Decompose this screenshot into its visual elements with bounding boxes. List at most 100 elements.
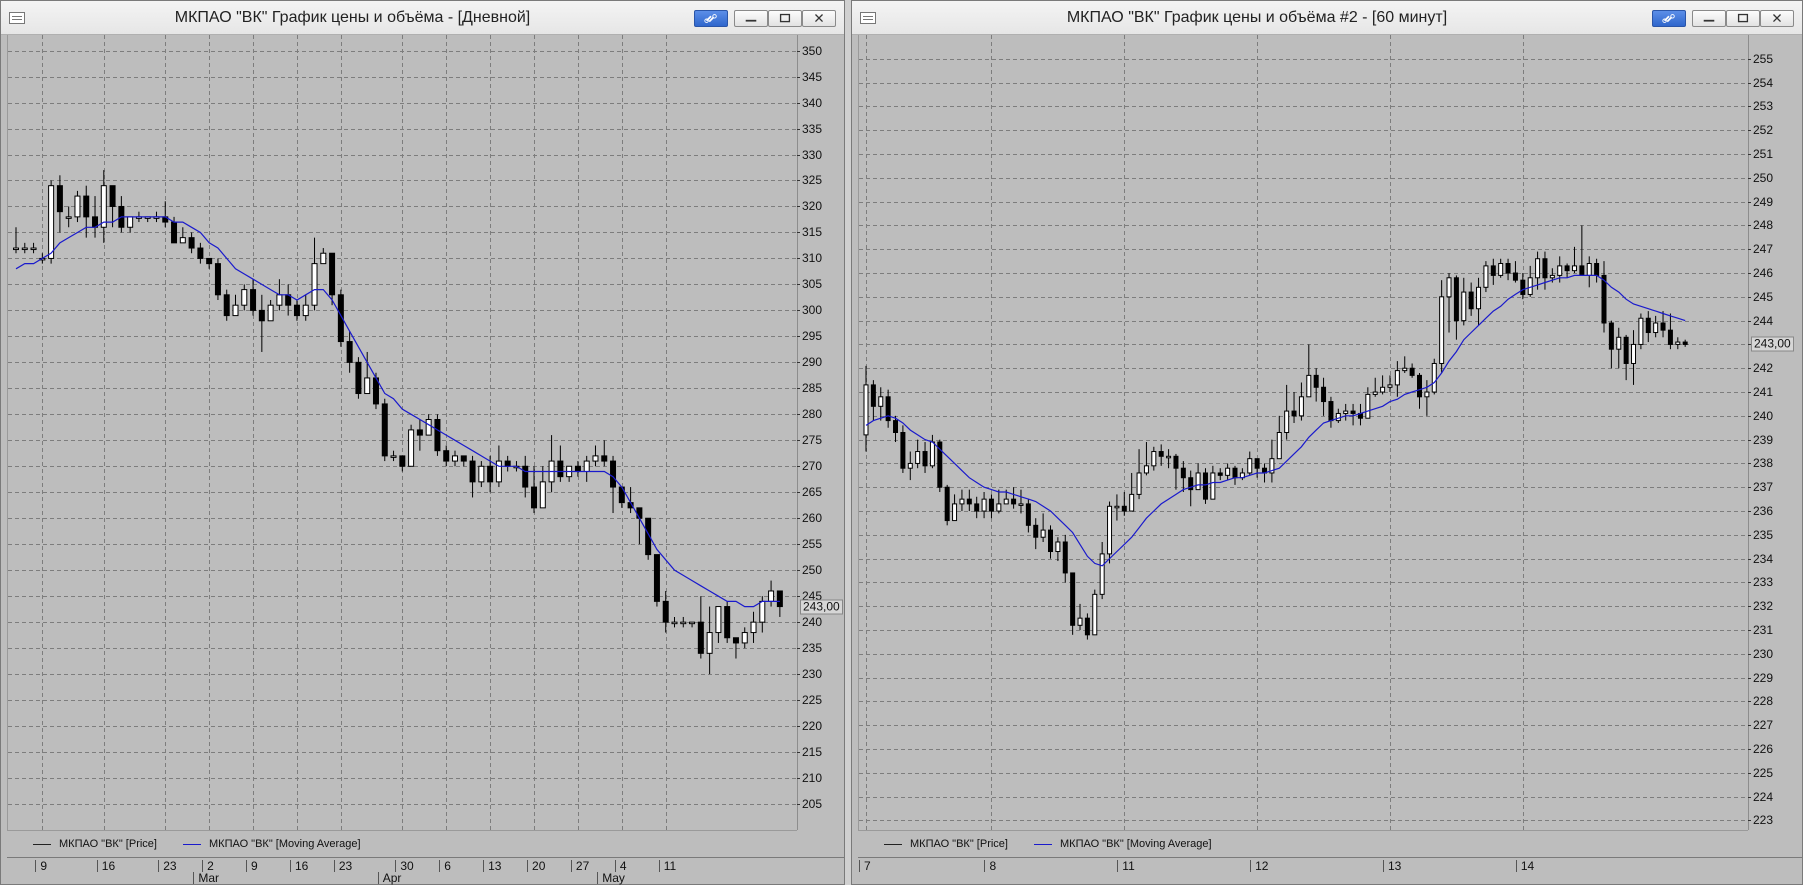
candle [557,445,564,482]
candle-body-up [1151,451,1157,467]
x-tick-label: 7 [859,860,871,872]
candle-body-up [1107,505,1113,555]
candle-body-up [907,462,913,469]
candle-body-down [1291,410,1297,417]
candle [1402,356,1408,373]
candle [1380,375,1386,395]
time-axis[interactable]: 9 16 23 2 9 16 23 30 6 13 20 27 4 11 Mar Apr May [7,857,844,884]
title-bar[interactable]: МКПАО "ВК" График цены и объёма - [Дневн… [1,1,844,35]
candle-body-up [1114,505,1120,509]
y-tick-label: 215 [796,745,823,760]
candle-body-down [557,460,564,478]
candle-body-up [1099,553,1105,595]
candle-body-up [1298,396,1304,417]
candle-body-down [381,403,388,457]
y-tick-label: 240 [1747,408,1774,423]
candle [399,455,406,472]
candle [1653,315,1659,338]
minimize-button[interactable] [1692,10,1726,27]
candle [1542,251,1548,290]
legend-item-moving-average[interactable]: МКПАО "ВК" [Moving Average] [1034,838,1212,850]
y-tick-label: 229 [1747,670,1774,685]
candle-body-up [311,263,318,306]
candle [768,580,775,607]
legend-item-price[interactable]: МКПАО "ВК" [Price] [33,838,157,850]
candle-body-up [21,247,28,251]
candle [610,455,617,514]
close-button[interactable] [1760,10,1794,27]
candle [952,494,958,522]
candle [1505,258,1511,281]
candle-body-down [1564,265,1570,272]
price-chart-area[interactable] [7,35,797,830]
candle-body-up [320,252,327,265]
window-menu-icon[interactable] [9,12,25,24]
maximize-button[interactable] [768,10,802,27]
time-axis[interactable]: 7 8 11 12 13 14 [858,857,1802,883]
candle [996,489,1002,514]
candle-body-up [30,247,37,251]
y-tick-label: 234 [1747,551,1774,566]
candle [1372,377,1378,397]
candle [1335,408,1341,423]
candle [65,206,72,228]
legend-item-price[interactable]: МКПАО "ВК" [Price] [884,838,1008,850]
chart-legend: МКПАО "ВК" [Price] МКПАО "ВК" [Moving Av… [7,830,797,856]
candle [1284,384,1290,440]
minimize-button[interactable] [734,10,768,27]
month-label: Apr [377,872,401,884]
candle [1239,468,1245,481]
candle [1623,334,1629,381]
y-tick-label: 340 [796,95,823,110]
candle-body-down [399,455,406,467]
candle-body-down [416,429,423,436]
price-line-swatch [33,843,51,845]
y-tick-label: 235 [1747,527,1774,542]
window-menu-icon[interactable] [860,12,876,24]
candle-body-up [1675,341,1681,345]
maximize-icon [779,13,791,23]
current-price-label: 243,00 [1751,336,1794,352]
candle-body-down [653,554,660,602]
candle [1667,313,1673,350]
candle [1468,282,1474,316]
moving-average-line [15,216,780,608]
price-chart-area[interactable] [858,35,1748,830]
candle-body-down [293,304,300,317]
candle-body-down [1468,291,1474,310]
legend-item-moving-average[interactable]: МКПАО "ВК" [Moving Average] [183,838,361,850]
y-tick-label: 275 [796,433,823,448]
candle-body-down [601,455,608,462]
candle [381,398,388,462]
candle [443,445,450,467]
candle [1357,403,1363,426]
x-tick-label: 23 [333,860,352,872]
daily-chart-window[interactable]: МКПАО "ВК" График цены и объёма - [Дневн… [0,0,845,885]
candle-body-up [1055,541,1061,553]
link-button[interactable] [694,10,728,27]
maximize-button[interactable] [1726,10,1760,27]
candle-body-up [276,294,283,306]
title-bar[interactable]: МКПАО "ВК" График цены и объёма #2 - [60… [852,1,1802,35]
price-axis[interactable]: 350 345 340 335 330 325 320 315 310 305 300 295 290 2… [796,35,844,830]
candle-body-down [1180,467,1186,479]
candle [1594,258,1600,283]
candle-body-up [1040,529,1046,538]
price-axis[interactable]: 2552542532522512502492482472462452442432… [1747,35,1802,830]
link-button[interactable] [1652,10,1686,27]
candle [988,494,994,519]
candle-body-up [1586,263,1592,276]
candle-body-up [1129,493,1135,512]
candle [1269,439,1275,483]
hourly-chart-window[interactable]: МКПАО "ВК" График цены и объёма #2 - [60… [851,0,1803,885]
x-tick-label: 13 [1382,860,1401,872]
candle-body-down [1579,265,1585,276]
candle-body-down [944,486,950,522]
y-tick-label: 280 [796,407,823,422]
candle-body-down [197,247,204,259]
candle-body-up [1535,258,1541,279]
candle [697,596,704,659]
x-tick-label: 27 [570,860,589,872]
candle [959,489,965,512]
close-button[interactable] [802,10,836,27]
